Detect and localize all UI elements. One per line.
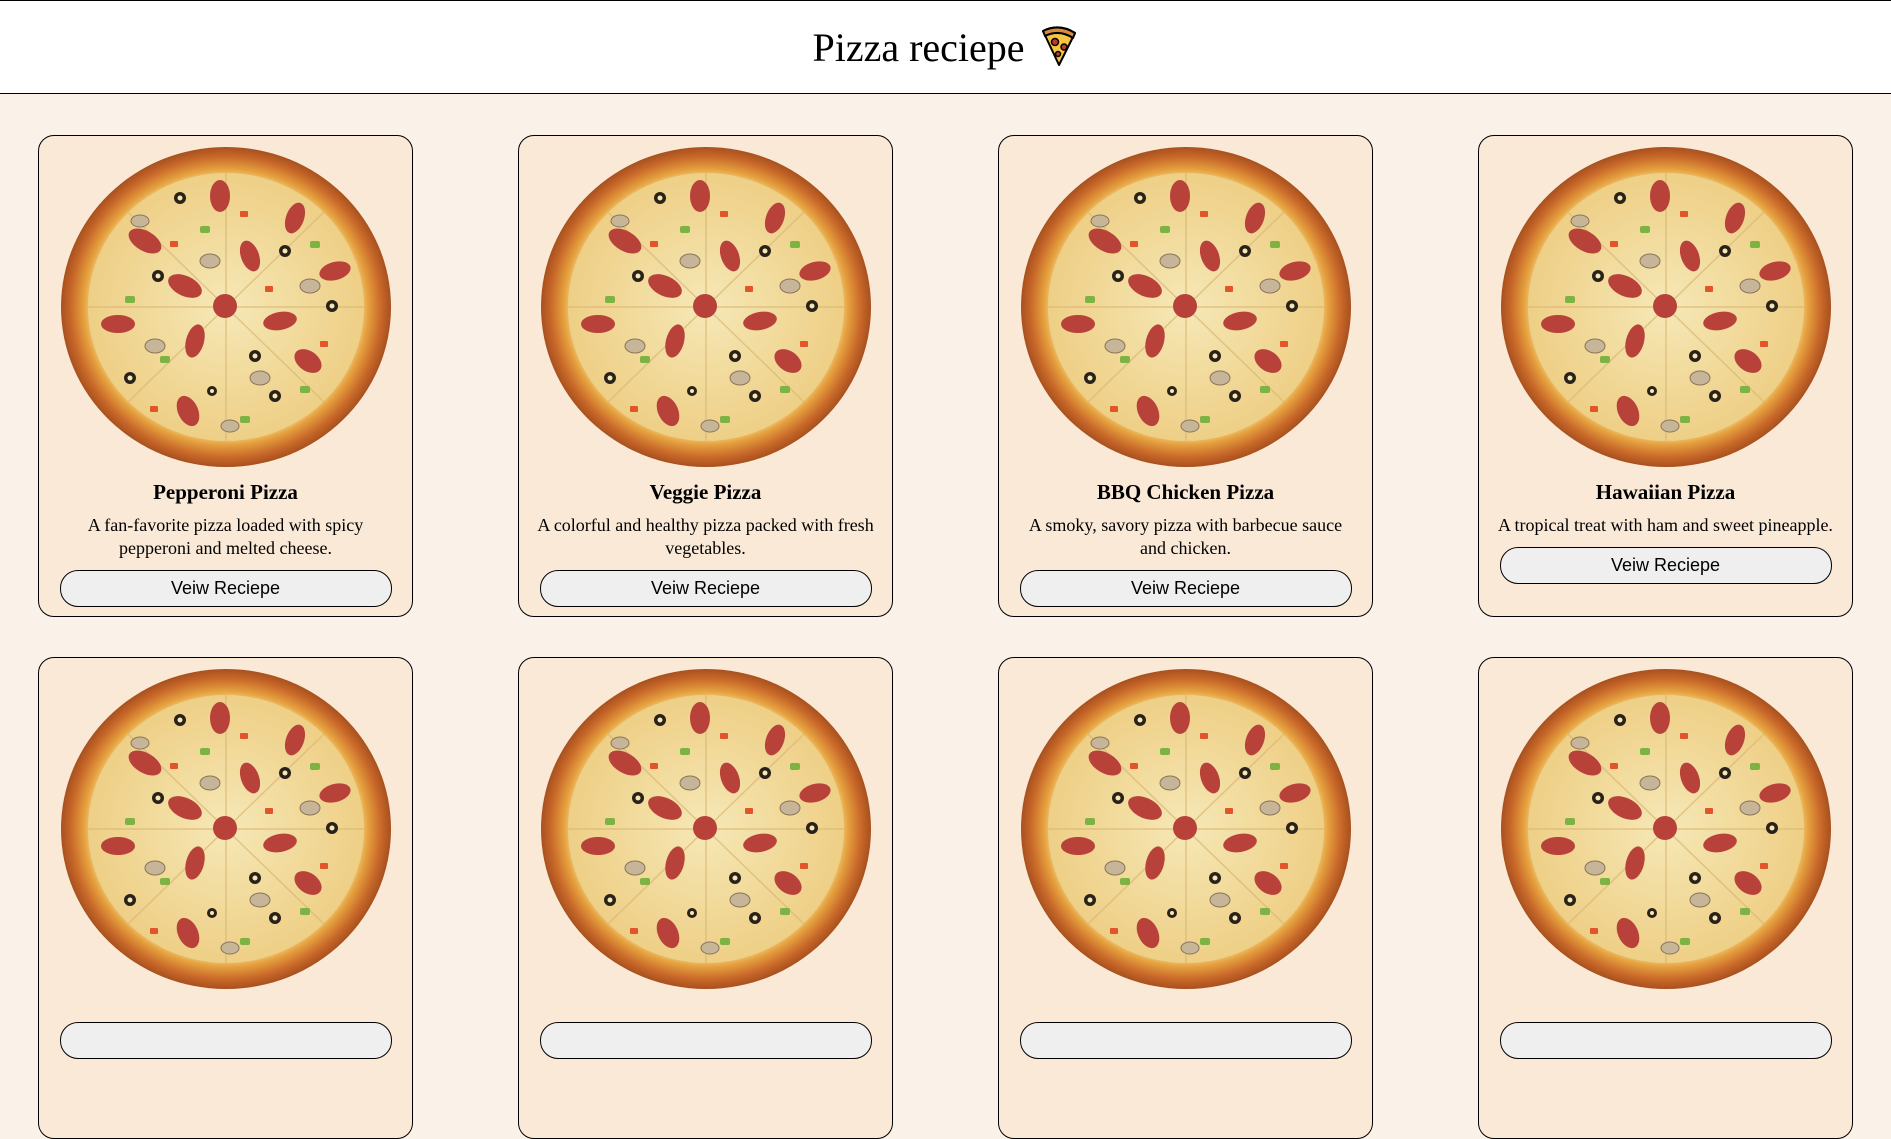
view-recipe-button[interactable]: Veiw Reciepe <box>539 570 872 607</box>
pizza-card <box>518 657 893 1139</box>
view-recipe-button[interactable]: Veiw Reciepe <box>59 570 392 607</box>
pizza-card <box>38 657 413 1139</box>
pizza-card-title: BBQ Chicken Pizza <box>1096 480 1275 504</box>
pizza-card-title: Veggie Pizza <box>649 480 762 504</box>
view-recipe-button[interactable]: Veiw Reciepe <box>1019 570 1352 607</box>
pizza-image <box>59 668 392 990</box>
pizza-image <box>1019 146 1352 468</box>
pizza-card-description: A colorful and healthy pizza packed with… <box>537 515 874 558</box>
pizza-image <box>1499 146 1832 468</box>
pizza-card-grid: Pepperoni Pizza A fan-favorite pizza loa… <box>38 135 1853 1139</box>
pizza-card-description: A smoky, savory pizza with barbecue sauc… <box>1028 515 1343 558</box>
pizza-image <box>539 668 872 990</box>
pizza-image <box>59 146 392 468</box>
pizza-image <box>1019 668 1352 990</box>
pizza-image <box>539 146 872 468</box>
pizza-card: Veggie Pizza A colorful and healthy pizz… <box>518 135 893 617</box>
pizza-slice-icon <box>1041 26 1076 66</box>
view-recipe-button[interactable]: Veiw Reciepe <box>1499 547 1832 584</box>
pizza-card-description: A fan-favorite pizza loaded with spicy p… <box>87 515 364 558</box>
page-title-text: Pizza reciepe <box>812 24 1025 70</box>
pizza-card: Hawaiian Pizza A tropical treat with ham… <box>1478 135 1853 617</box>
pizza-image <box>1499 668 1832 990</box>
pizza-card-title: Hawaiian Pizza <box>1595 480 1736 504</box>
view-recipe-button[interactable] <box>539 1022 872 1059</box>
pizza-card-title: Pepperoni Pizza <box>153 480 298 504</box>
pizza-card <box>1478 657 1853 1139</box>
pizza-card-description: A tropical treat with ham and sweet pine… <box>1498 515 1833 535</box>
pizza-card: Pepperoni Pizza A fan-favorite pizza loa… <box>38 135 413 617</box>
view-recipe-button[interactable] <box>1499 1022 1832 1059</box>
view-recipe-button[interactable] <box>1019 1022 1352 1059</box>
page-header: Pizza reciepe <box>0 0 1891 94</box>
page-title: Pizza reciepe <box>812 24 1078 71</box>
pizza-card: BBQ Chicken Pizza A smoky, savory pizza … <box>998 135 1373 617</box>
view-recipe-button[interactable] <box>59 1022 392 1059</box>
pizza-card <box>998 657 1373 1139</box>
